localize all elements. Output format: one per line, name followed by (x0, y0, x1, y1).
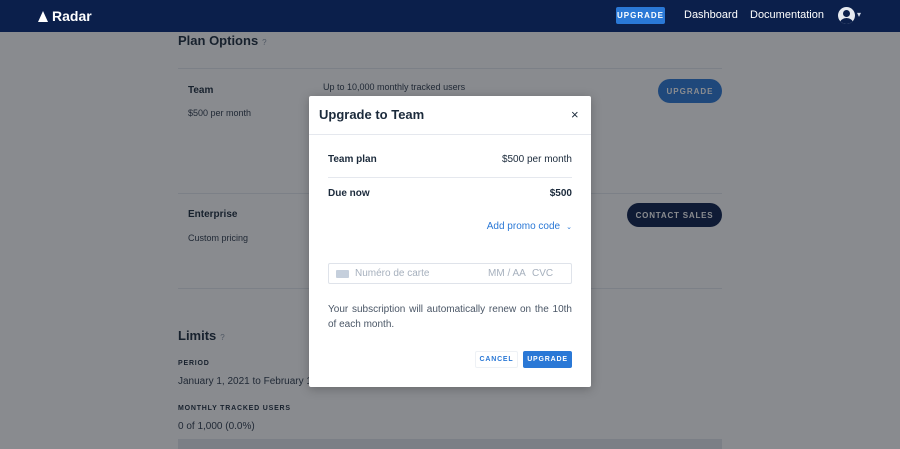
card-expiry-input[interactable]: MM / AA (488, 268, 526, 279)
top-nav: Radar UPGRADE Dashboard Documentation ▾ (0, 0, 900, 32)
modal-header-divider (309, 134, 591, 135)
close-icon[interactable]: × (571, 108, 579, 122)
due-now-value: $500 (549, 188, 572, 199)
chevron-down-icon[interactable]: ▾ (857, 10, 861, 19)
confirm-upgrade-button[interactable]: UPGRADE (523, 351, 572, 368)
avatar-body (840, 18, 853, 24)
brand-name: Radar (52, 8, 92, 24)
card-cvc-input[interactable]: CVC (532, 268, 553, 279)
brand-logo[interactable]: Radar (38, 8, 92, 24)
team-plan-label: Team plan (328, 154, 377, 165)
credit-card-icon (336, 270, 349, 278)
modal-divider (328, 177, 572, 178)
team-plan-price: $500 per month (501, 154, 572, 165)
radar-logo-icon (38, 10, 48, 22)
avatar-head (843, 10, 850, 17)
due-now-label: Due now (328, 188, 370, 199)
modal-title: Upgrade to Team (319, 107, 425, 122)
nav-link-documentation[interactable]: Documentation (750, 9, 824, 21)
nav-upgrade-button[interactable]: UPGRADE (616, 7, 665, 24)
nav-link-dashboard[interactable]: Dashboard (684, 9, 738, 21)
cancel-button[interactable]: CANCEL (475, 351, 518, 368)
promo-label: Add promo code (486, 221, 561, 232)
card-number-input[interactable]: Numéro de carte (355, 268, 429, 279)
add-promo-code-link[interactable]: Add promo code ⌄ (487, 221, 572, 232)
upgrade-modal: Upgrade to Team × Team plan $500 per mon… (309, 96, 591, 387)
chevron-down-icon: ⌄ (566, 223, 572, 231)
renewal-notice: Your subscription will automatically ren… (328, 304, 572, 330)
user-avatar-icon[interactable] (838, 7, 855, 24)
card-input-field[interactable]: Numéro de carte MM / AA CVC (328, 263, 572, 284)
